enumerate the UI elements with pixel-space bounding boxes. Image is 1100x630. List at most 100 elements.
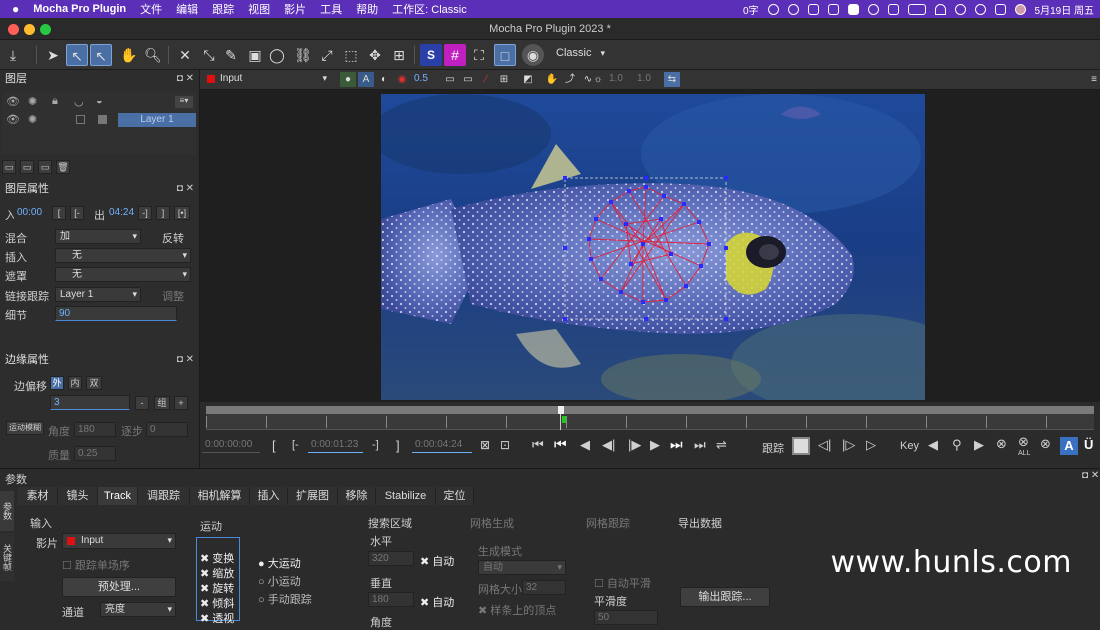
menu-workspace[interactable]: 工作区: Classic: [392, 1, 467, 17]
panel-close-icon[interactable]: ◘ ✕: [177, 70, 194, 88]
stabilize-view-icon[interactable]: ⛶: [468, 44, 490, 66]
monitor-icon[interactable]: ▭: [442, 72, 458, 87]
go-start-icon[interactable]: ⏮: [532, 437, 544, 453]
tab-insert[interactable]: 插入: [250, 487, 288, 505]
grid-view-icon[interactable]: #: [444, 44, 466, 66]
tab-remove[interactable]: 移除: [338, 487, 376, 505]
layer-matte-icon[interactable]: [76, 115, 85, 124]
rotate-checkbox[interactable]: ✖ 旋转: [200, 580, 234, 596]
clock-date[interactable]: 5月19日 周五: [1035, 2, 1094, 17]
link-tool-icon[interactable]: ⛓: [292, 44, 314, 66]
side-tab-keyframes[interactable]: 关键帧: [0, 533, 14, 581]
tab-track[interactable]: Track: [98, 487, 138, 505]
horizontal-field[interactable]: 320: [368, 551, 414, 566]
tab-stabilize[interactable]: Stabilize: [376, 487, 436, 505]
menu-file[interactable]: 文件: [140, 1, 162, 17]
offset-plus-button[interactable]: +: [174, 396, 188, 410]
apple-icon[interactable]: ●: [12, 2, 19, 16]
prev-keyframe-icon[interactable]: ◀: [928, 437, 938, 453]
in-bracket-button[interactable]: [: [52, 206, 66, 220]
set-out-bracket[interactable]: ]: [396, 438, 400, 453]
minimize-window-button[interactable]: [24, 24, 35, 35]
set-out-dash-bracket[interactable]: -]: [372, 439, 379, 451]
layer-gear-icon[interactable]: ✺: [28, 113, 37, 126]
matte-icon[interactable]: ◡: [74, 95, 84, 108]
timecode-start-field[interactable]: 0:00:00:00: [202, 438, 260, 453]
alpha-channel-icon[interactable]: A: [358, 72, 374, 87]
control-center-icon[interactable]: [994, 3, 1006, 15]
spline-view-icon[interactable]: ⁄: [478, 72, 494, 87]
detail-field[interactable]: 90: [55, 306, 177, 321]
rect-tool-icon[interactable]: ▣: [244, 44, 266, 66]
out-bracket-button[interactable]: ]: [156, 206, 170, 220]
menu-track[interactable]: 跟踪: [212, 1, 234, 17]
delete-layer-icon[interactable]: 🗑︎: [56, 160, 70, 174]
workspace-dropdown[interactable]: Classic: [552, 47, 608, 62]
menu-app-name[interactable]: Mocha Pro Plugin: [33, 3, 126, 15]
group-button[interactable]: 组: [154, 396, 170, 410]
delete-all-keys-icon[interactable]: ⊗: [1018, 434, 1029, 450]
move-tool-icon[interactable]: ✥: [364, 44, 386, 66]
out-point-field[interactable]: 04:24: [106, 206, 136, 221]
full-range-button[interactable]: [•]: [174, 206, 190, 220]
word-count[interactable]: 0字: [743, 2, 759, 17]
user-icon[interactable]: [954, 3, 966, 15]
mic-icon[interactable]: [807, 3, 819, 15]
in-point-field[interactable]: 00:00: [14, 206, 44, 221]
set-out-button[interactable]: -]: [138, 206, 152, 220]
battery-icon[interactable]: [907, 3, 926, 15]
auto-key-icon[interactable]: A: [1060, 437, 1078, 455]
vertical-auto-checkbox[interactable]: ✖ 自动: [420, 594, 454, 610]
clip-dropdown[interactable]: Input: [62, 533, 176, 549]
scale-checkbox[interactable]: ✖ 缩放: [200, 565, 234, 581]
search-icon[interactable]: [974, 3, 986, 15]
lock-icon[interactable]: 🔒︎: [52, 95, 58, 108]
small-motion-radio[interactable]: ○ 小运动: [258, 573, 301, 589]
play-back-icon[interactable]: ◀|: [602, 437, 615, 453]
menu-tools[interactable]: 工具: [320, 1, 342, 17]
horizontal-auto-checkbox[interactable]: ✖ 自动: [420, 553, 454, 569]
translate-checkbox[interactable]: ✖ 变换: [200, 550, 234, 566]
layer-menu-icon[interactable]: ≡▾: [175, 96, 193, 108]
new-layer-icon[interactable]: ▭: [2, 160, 16, 174]
step-field[interactable]: 0: [146, 422, 188, 437]
add-keyframe-icon[interactable]: ⚲: [952, 437, 962, 453]
set-in-button[interactable]: [-: [70, 206, 84, 220]
bounce-icon[interactable]: ⇌: [716, 437, 727, 453]
brush-tool-icon[interactable]: ✎: [220, 44, 242, 66]
save-icon[interactable]: ⤓: [2, 44, 24, 66]
zoom-tool-icon[interactable]: 🔍︎: [142, 44, 164, 66]
offset-minus-button[interactable]: -: [135, 396, 149, 410]
moon-icon[interactable]: [867, 3, 879, 15]
offset-outer-tab[interactable]: 外: [50, 376, 64, 390]
smiley-icon[interactable]: [787, 3, 799, 15]
preprocess-button[interactable]: 预处理...: [62, 577, 176, 597]
grid-tool-icon[interactable]: ⊞: [388, 44, 410, 66]
step-back-icon[interactable]: ◀: [580, 437, 590, 453]
ellipse-tool-icon[interactable]: ◯: [266, 44, 288, 66]
quality-field[interactable]: 0.25: [74, 446, 116, 461]
select-all-tool-icon[interactable]: ↖: [90, 44, 112, 66]
app-s-icon[interactable]: [887, 3, 899, 15]
source-dropdown[interactable]: Input: [204, 72, 330, 87]
viewer-canvas[interactable]: [200, 90, 1100, 402]
offset-both-tab[interactable]: 双: [86, 376, 102, 390]
surface-tool-icon[interactable]: ⬚: [340, 44, 362, 66]
overlay-icon[interactable]: ◐: [376, 72, 392, 87]
hand-tool-icon[interactable]: ✋: [118, 44, 140, 66]
surface-s-icon[interactable]: S: [420, 44, 442, 66]
tab-clean-plate[interactable]: 扩展图: [288, 487, 338, 505]
tab-lens[interactable]: 镜头: [58, 487, 98, 505]
reset-view-icon[interactable]: ⇆: [664, 72, 680, 87]
track-forward-icon[interactable]: |▷: [842, 437, 855, 453]
tab-position[interactable]: 定位: [436, 487, 474, 505]
large-motion-radio[interactable]: ● 大运动: [258, 555, 301, 571]
scale-tool-icon[interactable]: ⤢: [316, 44, 338, 66]
emoji-icon[interactable]: [767, 3, 779, 15]
text-icon[interactable]: [847, 3, 859, 15]
layer-name[interactable]: Layer 1: [118, 113, 196, 127]
panel-close-icon[interactable]: ◘ ✕: [177, 351, 194, 369]
rgb-channel-icon[interactable]: ●: [340, 72, 356, 87]
export-tracking-button[interactable]: 输出跟踪...: [680, 587, 770, 607]
params-close-icon[interactable]: ◘ ✕: [1082, 470, 1099, 481]
